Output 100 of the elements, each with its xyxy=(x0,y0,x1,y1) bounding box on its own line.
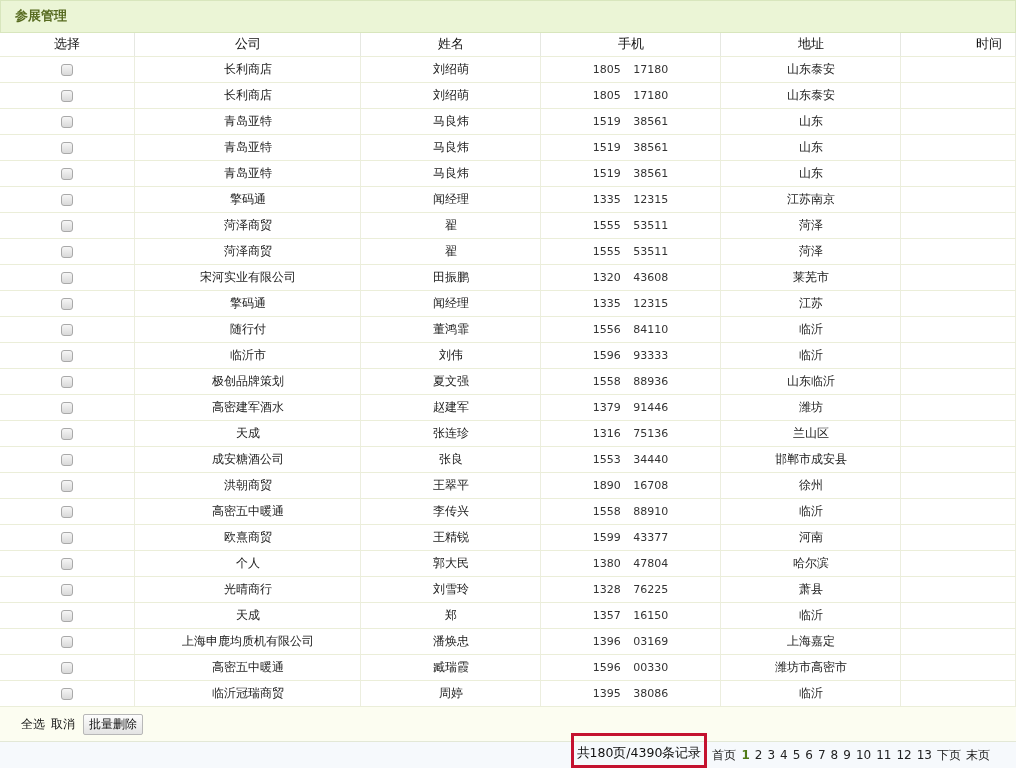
checkbox[interactable] xyxy=(61,557,73,570)
table-cell: 极创品牌策划 xyxy=(135,369,361,394)
table-cell: 青岛亚特 xyxy=(135,135,361,160)
table-cell: 擎码通 xyxy=(135,187,361,212)
table-cell: 江苏南京 xyxy=(721,187,901,212)
record-summary: 共180页/4390条记录 xyxy=(576,745,702,762)
page-link[interactable]: 5 xyxy=(792,748,801,762)
checkbox[interactable] xyxy=(61,375,73,388)
table-cell: 李传兴 xyxy=(361,499,541,524)
checkbox[interactable] xyxy=(61,115,73,128)
checkbox[interactable] xyxy=(61,193,73,206)
table-cell: 张良 xyxy=(361,447,541,472)
table-cell: 萧县 xyxy=(721,577,901,602)
table-cell: 1596 93333 xyxy=(541,343,721,368)
table-cell: 1558 88910 xyxy=(541,499,721,524)
table-cell: 刘绍萌 xyxy=(361,83,541,108)
table-cell: 洪朝商贸 xyxy=(135,473,361,498)
page-link[interactable]: 3 xyxy=(767,748,776,762)
table-cell: 天成 xyxy=(135,421,361,446)
page-link[interactable]: 13 xyxy=(916,748,932,762)
table-cell: 菏泽商贸 xyxy=(135,213,361,238)
checkbox[interactable] xyxy=(61,583,73,596)
table-cell: 临沂 xyxy=(721,343,901,368)
table-cell: 马良炜 xyxy=(361,135,541,160)
table-cell: 1379 91446 xyxy=(541,395,721,420)
table-cell: 山东 xyxy=(721,109,901,134)
next-page-link[interactable]: 下页 xyxy=(937,746,961,764)
table-cell: 1558 88936 xyxy=(541,369,721,394)
table-cell: 徐州 xyxy=(721,473,901,498)
table-cell: 菏泽商贸 xyxy=(135,239,361,264)
table-cell: 刘雪玲 xyxy=(361,577,541,602)
checkbox[interactable] xyxy=(61,661,73,674)
table-cell: 马良炜 xyxy=(361,109,541,134)
checkbox[interactable] xyxy=(61,219,73,232)
checkbox[interactable] xyxy=(61,167,73,180)
page-link[interactable]: 9 xyxy=(843,748,851,762)
column-header: 姓名 xyxy=(361,33,541,56)
table-cell: 高密五中暖通 xyxy=(135,499,361,524)
last-page-link[interactable]: 末页 xyxy=(966,746,990,764)
table-cell: 郑 xyxy=(361,603,541,628)
table-cell: 潍坊 xyxy=(721,395,901,420)
column-header: 时间 xyxy=(901,33,1016,56)
table-cell: 天成 xyxy=(135,603,361,628)
checkbox[interactable] xyxy=(61,687,73,700)
checkbox[interactable] xyxy=(61,531,73,544)
checkbox[interactable] xyxy=(61,479,73,492)
checkbox[interactable] xyxy=(61,401,73,414)
table-cell: 董鸿霏 xyxy=(361,317,541,342)
cancel-link[interactable]: 取消 xyxy=(51,715,75,733)
table-cell: 1596 00330 xyxy=(541,655,721,680)
table-cell: 1599 43377 xyxy=(541,525,721,550)
checkbox[interactable] xyxy=(61,609,73,622)
panel-title: 参展管理 xyxy=(15,8,67,25)
checkbox[interactable] xyxy=(61,297,73,310)
batch-delete-button[interactable]: 批量删除 xyxy=(83,713,143,735)
select-all-link[interactable]: 全选 xyxy=(21,715,45,733)
checkbox[interactable] xyxy=(61,271,73,284)
page-link[interactable]: 1 xyxy=(741,748,750,762)
table-cell: 翟 xyxy=(361,213,541,238)
table-cell: 河南 xyxy=(721,525,901,550)
checkbox[interactable] xyxy=(61,63,73,76)
table-cell: 欧熹商贸 xyxy=(135,525,361,550)
page-link[interactable]: 10 xyxy=(855,748,872,762)
table-cell: 张连珍 xyxy=(361,421,541,446)
page-link[interactable]: 4 xyxy=(780,748,788,762)
checkbox[interactable] xyxy=(61,323,73,336)
page-link[interactable]: 6 xyxy=(805,748,813,762)
table-cell: 1320 43608 xyxy=(541,265,721,290)
page-link[interactable]: 11 xyxy=(876,748,892,762)
page-link[interactable]: 2 xyxy=(754,748,763,762)
table-cell: 临沂 xyxy=(721,681,901,706)
checkbox[interactable] xyxy=(61,427,73,440)
table-cell: 山东 xyxy=(721,135,901,160)
table-cell: 1805 17180 xyxy=(541,57,721,82)
checkbox[interactable] xyxy=(61,141,73,154)
checkbox[interactable] xyxy=(61,89,73,102)
checkbox[interactable] xyxy=(61,505,73,518)
table-cell: 1380 47804 xyxy=(541,551,721,576)
table-cell: 王精锐 xyxy=(361,525,541,550)
page-link[interactable]: 12 xyxy=(896,748,912,762)
table-cell: 邯郸市成安县 xyxy=(721,447,901,472)
table-cell: 青岛亚特 xyxy=(135,161,361,186)
checkbox[interactable] xyxy=(61,635,73,648)
checkbox[interactable] xyxy=(61,245,73,258)
table-cell: 1328 76225 xyxy=(541,577,721,602)
table-cell: 光晴商行 xyxy=(135,577,361,602)
page-link[interactable]: 8 xyxy=(830,748,839,762)
first-page-link[interactable]: 首页 xyxy=(712,746,737,764)
table-cell: 山东泰安 xyxy=(721,83,901,108)
checkbox[interactable] xyxy=(61,349,73,362)
table-cell: 青岛亚特 xyxy=(135,109,361,134)
checkbox[interactable] xyxy=(61,453,73,466)
table-cell: 临沂 xyxy=(721,499,901,524)
table-cell: 上海嘉定 xyxy=(721,629,901,654)
table-cell: 上海申鹿均质机有限公司 xyxy=(135,629,361,654)
table-cell: 1335 12315 xyxy=(541,187,721,212)
table-cell: 菏泽 xyxy=(721,213,901,238)
page-link[interactable]: 7 xyxy=(817,748,826,762)
table-cell: 1519 38561 xyxy=(541,161,721,186)
table-cell: 潘焕忠 xyxy=(361,629,541,654)
